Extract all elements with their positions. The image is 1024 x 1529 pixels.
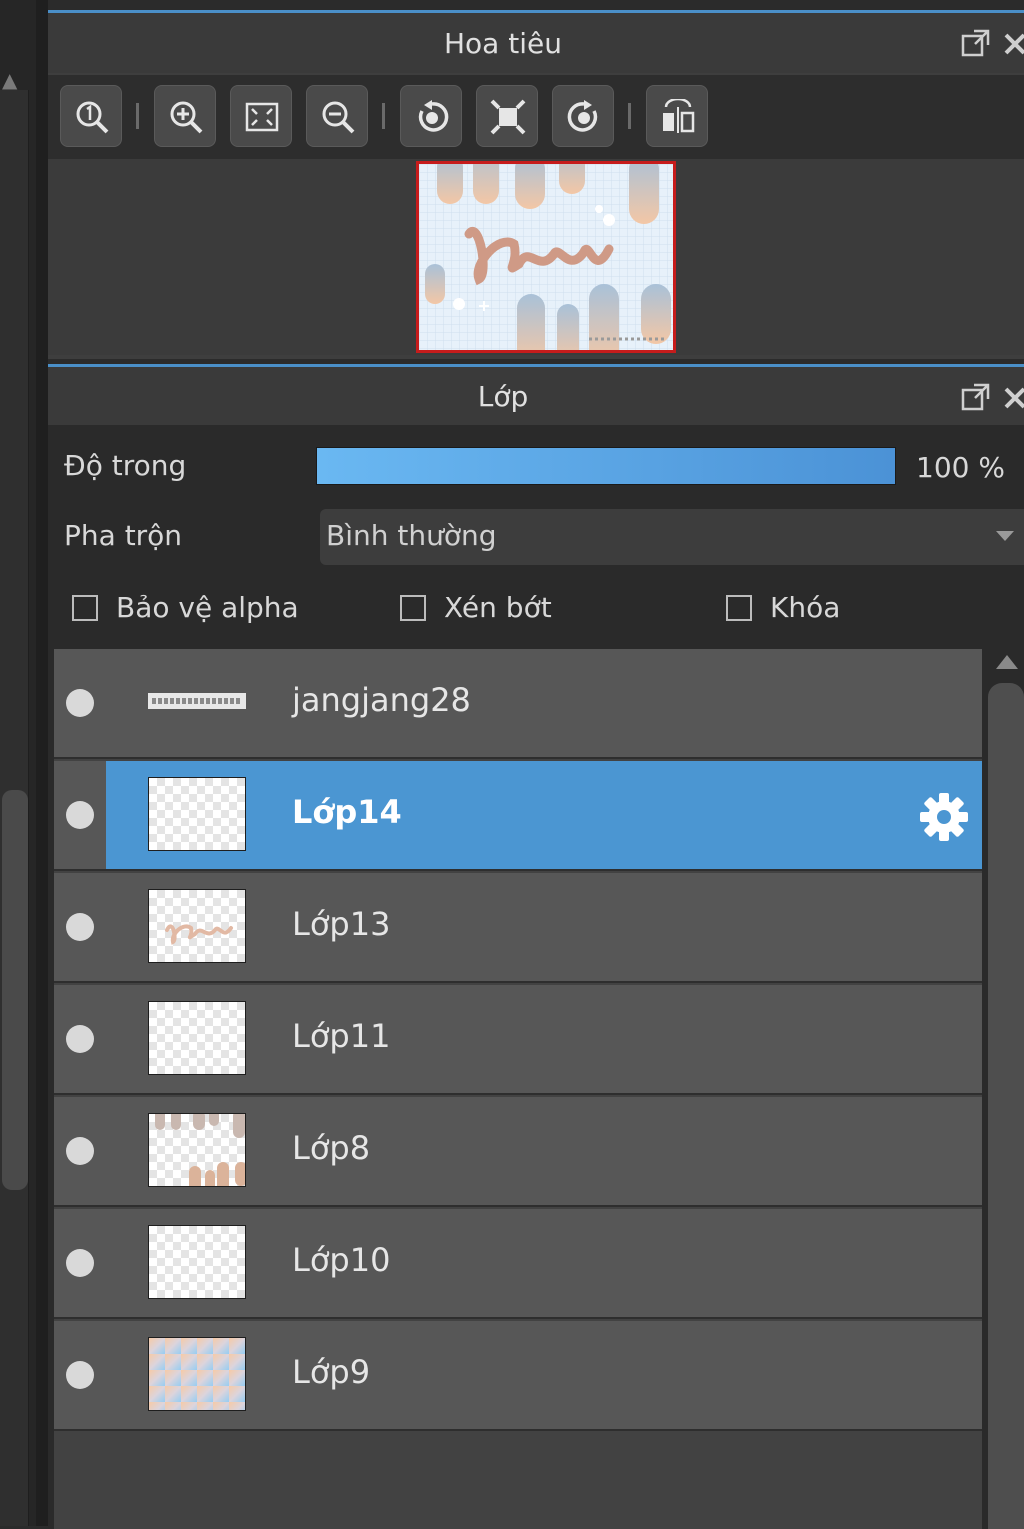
layer-thumbnail (148, 1001, 246, 1075)
visibility-toggle[interactable] (66, 689, 94, 717)
left-panel-edge: ▲ (0, 0, 48, 1526)
layer-row[interactable]: Lớp10 (54, 1209, 982, 1319)
shapes-thumbnail (155, 1114, 245, 1186)
zoom-out-icon (322, 101, 355, 134)
fit-screen-button[interactable] (230, 85, 292, 147)
layer-row[interactable]: jangjang28 (54, 649, 982, 759)
zoom-reset-button[interactable] (60, 85, 122, 147)
layer-name: jangjang28 (292, 681, 471, 719)
scroll-up-icon[interactable] (996, 655, 1018, 669)
visibility-toggle[interactable] (66, 1249, 94, 1277)
layer-list: jangjang28 Lớp14 Lớp13 Lớp11 Lớp8 Lớp10 … (54, 649, 982, 1529)
layer-thumbnail (148, 1113, 246, 1187)
layer-name: Lớp14 (292, 793, 402, 831)
layers-title: Lớp (477, 380, 529, 413)
zoom-in-button[interactable] (154, 85, 216, 147)
text-strip-thumbnail (148, 693, 246, 709)
fit-canvas-icon (490, 99, 526, 135)
rotate-left-icon (418, 100, 449, 132)
layer-name: Lớp10 (292, 1241, 391, 1279)
flip-horizontal-button[interactable] (646, 85, 708, 147)
layer-thumbnail (148, 665, 246, 739)
lock-label: Khóa (770, 591, 841, 624)
layer-row[interactable]: Lớp9 (54, 1321, 982, 1431)
layer-name: Lớp9 (292, 1353, 371, 1391)
layer-row[interactable]: Lớp11 (54, 985, 982, 1095)
layers-panel: Lớp Độ trong 100 % Pha trộn Bình thường … (48, 364, 1024, 1529)
checkbox-box[interactable] (726, 595, 752, 621)
visibility-toggle[interactable] (66, 801, 94, 829)
blend-mode-label: Pha trộn (64, 519, 183, 552)
layer-name: Lớp8 (292, 1129, 371, 1167)
layer-thumbnail (148, 1337, 246, 1411)
rotate-right-button[interactable] (552, 85, 614, 147)
toolbar-separator (382, 103, 385, 129)
layer-thumbnail (148, 1225, 246, 1299)
opacity-label: Độ trong (64, 449, 187, 482)
layer-thumbnail (148, 889, 246, 963)
protect-alpha-label: Bảo vệ alpha (116, 591, 299, 624)
script-text-thumbnail (165, 924, 233, 945)
layer-name: Lớp13 (292, 905, 391, 943)
layers-header: Lớp (48, 367, 1024, 425)
toolbar-separator (136, 103, 139, 129)
popout-icon[interactable] (960, 27, 992, 59)
checkbox-box[interactable] (72, 595, 98, 621)
visibility-toggle[interactable] (66, 1025, 94, 1053)
left-divider (36, 0, 48, 1526)
chevron-down-icon (996, 531, 1014, 541)
layer-list-scrollbar[interactable] (988, 649, 1024, 1529)
layer-row-selected[interactable]: Lớp14 (54, 761, 982, 871)
opacity-value: 100 % (916, 451, 1005, 484)
layer-row[interactable]: Lớp8 (54, 1097, 982, 1207)
toolbar-separator (628, 103, 631, 129)
layer-name: Lớp11 (292, 1017, 391, 1055)
navigator-panel: Hoa tiêu (48, 10, 1024, 359)
zoom-in-icon (170, 101, 203, 134)
rotate-right-icon (567, 100, 598, 132)
left-scrollbar-thumb[interactable] (2, 790, 28, 1190)
navigator-title: Hoa tiêu (444, 27, 562, 60)
rotate-left-button[interactable] (400, 85, 462, 147)
left-scroll-up-icon[interactable]: ▲ (2, 70, 17, 90)
layer-thumbnail (148, 777, 246, 851)
navigator-toolbar (48, 75, 1024, 159)
gear-icon[interactable] (916, 789, 972, 845)
zoom-out-button[interactable] (306, 85, 368, 147)
canvas-preview-image (419, 164, 673, 350)
fit-screen-icon (245, 102, 279, 132)
clipping-label: Xén bớt (444, 591, 552, 624)
layer-row[interactable]: Lớp13 (54, 873, 982, 983)
flip-horizontal-icon (663, 99, 695, 133)
popout-icon[interactable] (960, 381, 992, 413)
visibility-toggle[interactable] (66, 1361, 94, 1389)
close-icon[interactable] (1002, 381, 1024, 413)
visibility-toggle[interactable] (66, 913, 94, 941)
blend-mode-select[interactable]: Bình thường (320, 509, 1024, 565)
left-scrollbar[interactable] (0, 90, 29, 1526)
fit-canvas-button[interactable] (476, 85, 538, 147)
navigator-header: Hoa tiêu (48, 13, 1024, 73)
visibility-toggle[interactable] (66, 1137, 94, 1165)
canvas-preview[interactable] (416, 161, 676, 353)
checkbox-box[interactable] (400, 595, 426, 621)
close-icon[interactable] (1002, 27, 1024, 59)
blend-mode-value: Bình thường (326, 519, 497, 552)
scrollbar-thumb[interactable] (988, 683, 1024, 1529)
opacity-slider[interactable] (316, 447, 896, 485)
zoom-reset-icon (76, 101, 109, 134)
navigator-preview-area[interactable] (48, 159, 1024, 355)
